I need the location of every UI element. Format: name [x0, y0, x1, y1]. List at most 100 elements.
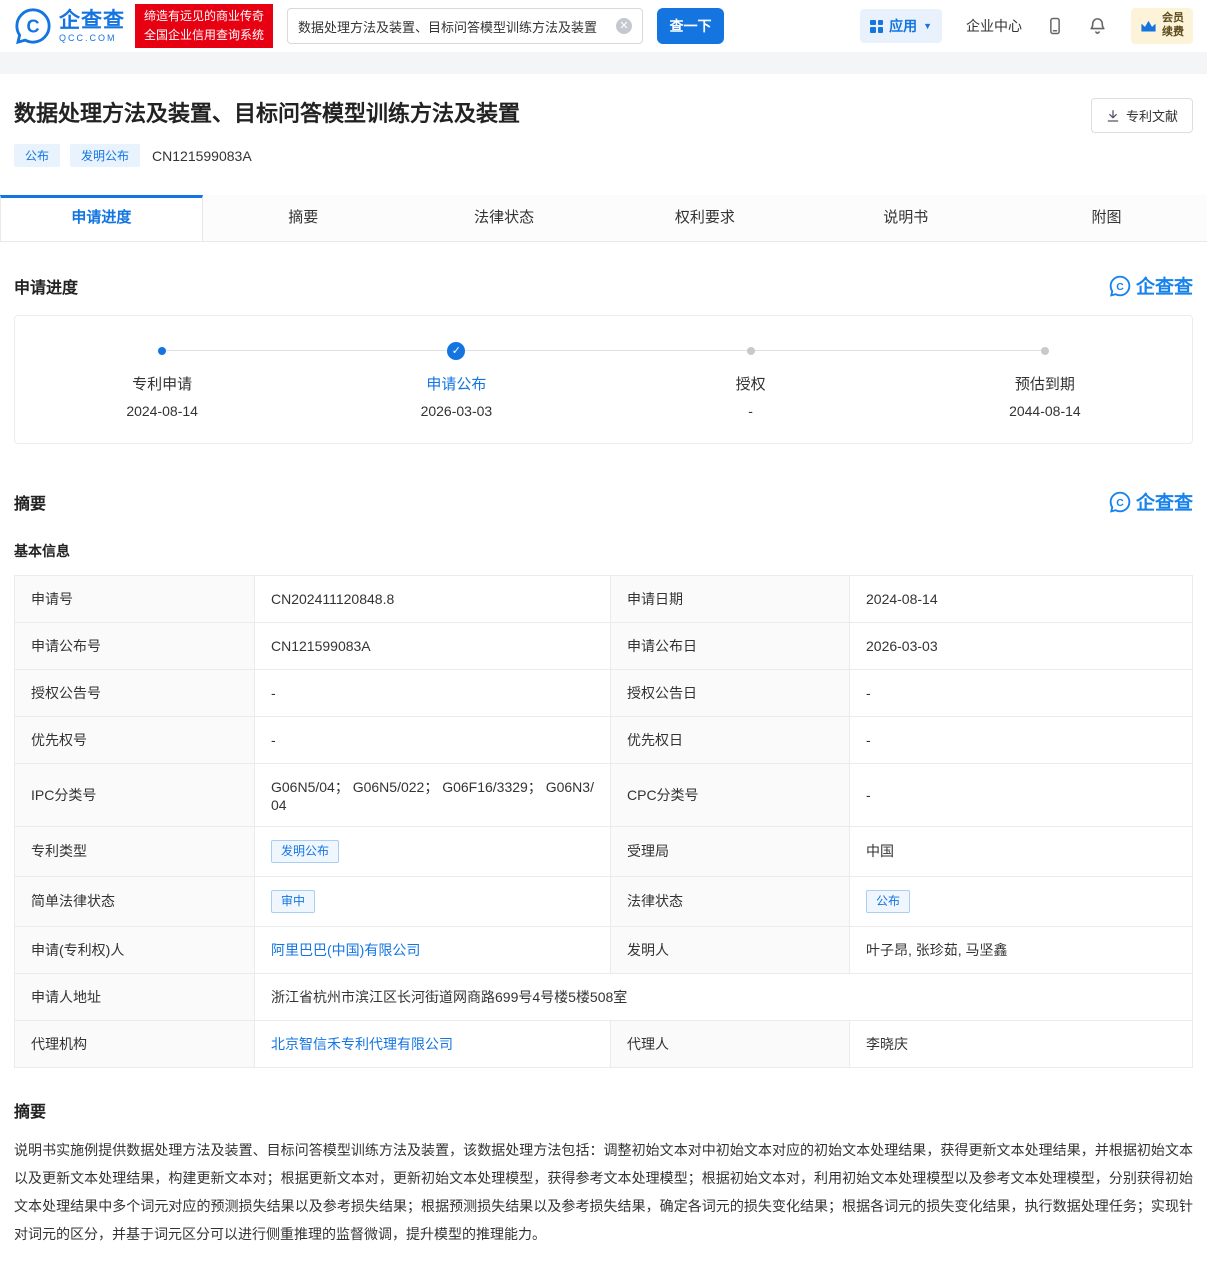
page-divider-band	[0, 52, 1207, 74]
search-box: ✕	[287, 8, 643, 44]
timeline-dot-pending	[1041, 347, 1049, 355]
bell-icon	[1088, 16, 1107, 36]
field-label: 优先权号	[15, 717, 255, 764]
field-value: 北京智信禾专利代理有限公司	[255, 1020, 611, 1067]
table-row: 申请人地址 浙江省杭州市滨江区长河街道网商路699号4号楼5楼508室	[15, 973, 1193, 1020]
field-value: -	[255, 717, 611, 764]
abstract-section: 摘要 C 企查查 基本信息 申请号 CN202411120848.8 申请日期 …	[0, 444, 1207, 1276]
field-value: CN121599083A	[255, 623, 611, 670]
field-value: 李晓庆	[850, 1020, 1193, 1067]
legal-status-badge: 公布	[866, 890, 910, 913]
field-label: 申请公布号	[15, 623, 255, 670]
page-title: 数据处理方法及装置、目标问答模型训练方法及装置	[14, 96, 1193, 128]
field-value: -	[850, 670, 1193, 717]
table-row: 申请(专利权)人 阿里巴巴(中国)有限公司 发明人 叶子昂, 张珍茹, 马坚鑫	[15, 926, 1193, 973]
field-value: 2024-08-14	[850, 576, 1193, 623]
field-value: -	[850, 717, 1193, 764]
patent-type-badge: 发明公布	[271, 840, 339, 863]
basic-info-title: 基本信息	[14, 541, 1193, 561]
apps-menu-button[interactable]: 应用 ▼	[860, 9, 942, 43]
member-renew-button[interactable]: 会员 续费	[1131, 8, 1193, 44]
abstract-text-title: 摘要	[14, 1098, 1193, 1122]
search-button[interactable]: 查一下	[657, 8, 724, 44]
field-value: 公布	[850, 876, 1193, 926]
clear-search-icon[interactable]: ✕	[616, 18, 632, 34]
field-label: 授权公告号	[15, 670, 255, 717]
table-row: 申请公布号 CN121599083A 申请公布日 2026-03-03	[15, 623, 1193, 670]
qcc-watermark-icon: C	[1109, 491, 1131, 513]
step-label: 专利申请	[15, 373, 309, 394]
slogan-line-1: 缔造有远见的商业传奇	[144, 7, 264, 26]
tab-bar: 申请进度 摘要 法律状态 权利要求 说明书 附图	[0, 195, 1207, 242]
apps-grid-icon	[870, 20, 883, 33]
section-title-progress: 申请进度	[14, 274, 78, 298]
svg-text:C: C	[26, 17, 39, 37]
svg-text:C: C	[1116, 281, 1124, 292]
timeline-step-filed: 专利申请 2024-08-14	[15, 342, 309, 419]
qcc-logo[interactable]: C 企查查 QCC.COM	[14, 7, 125, 45]
field-value: 浙江省杭州市滨江区长河街道网商路699号4号楼5楼508室	[255, 973, 1193, 1020]
qcc-watermark-text: 企查查	[1136, 488, 1193, 515]
logo-subtitle: QCC.COM	[59, 34, 125, 43]
field-label: 申请(专利权)人	[15, 926, 255, 973]
vip-crown-icon	[1140, 19, 1157, 34]
top-nav: 应用 ▼ 企业中心 会员 续费	[860, 8, 1193, 44]
field-label: 申请号	[15, 576, 255, 623]
field-value: -	[255, 670, 611, 717]
table-row: 优先权号 - 优先权日 -	[15, 717, 1193, 764]
status-badge-invention: 发明公布	[70, 144, 140, 167]
field-label: 受理局	[611, 827, 850, 877]
field-value: CN202411120848.8	[255, 576, 611, 623]
notifications-button[interactable]	[1088, 16, 1107, 36]
svg-text:C: C	[1116, 497, 1124, 508]
tab-abstract[interactable]: 摘要	[203, 195, 404, 241]
search-area: ✕ 查一下	[287, 8, 724, 44]
qcc-watermark: C 企查查	[1109, 272, 1193, 299]
field-label: 法律状态	[611, 876, 850, 926]
patent-document-button[interactable]: 专利文献	[1091, 98, 1193, 133]
qcc-watermark: C 企查查	[1109, 488, 1193, 515]
step-label: 申请公布	[309, 373, 603, 394]
step-label: 授权	[604, 373, 898, 394]
field-label: 申请人地址	[15, 973, 255, 1020]
member-label-line2: 续费	[1162, 26, 1184, 40]
application-progress-section: 申请进度 C 企查查 专利申请 2024-08-14 ✓ 申请公布 2026-0…	[0, 242, 1207, 444]
table-row: 代理机构 北京智信禾专利代理有限公司 代理人 李晓庆	[15, 1020, 1193, 1067]
brand-slogan: 缔造有远见的商业传奇 全国企业信用查询系统	[135, 4, 273, 47]
step-date: 2026-03-03	[309, 403, 603, 419]
section-title-abstract: 摘要	[14, 490, 46, 514]
qcc-watermark-text: 企查查	[1136, 272, 1193, 299]
field-value: G06N5/04； G06N5/022； G06F16/3329； G06N3/…	[255, 764, 611, 827]
table-row: IPC分类号 G06N5/04； G06N5/022； G06F16/3329；…	[15, 764, 1193, 827]
field-value: 2026-03-03	[850, 623, 1193, 670]
field-label: 代理机构	[15, 1020, 255, 1067]
download-icon	[1106, 109, 1120, 123]
chevron-down-icon: ▼	[923, 21, 932, 31]
tab-legal-status[interactable]: 法律状态	[404, 195, 605, 241]
step-label: 预估到期	[898, 373, 1192, 394]
search-input[interactable]	[298, 19, 616, 34]
top-bar: C 企查查 QCC.COM 缔造有远见的商业传奇 全国企业信用查询系统 ✕ 查一…	[0, 0, 1207, 52]
slogan-line-2: 全国企业信用查询系统	[144, 26, 264, 45]
field-label: 发明人	[611, 926, 850, 973]
table-row: 授权公告号 - 授权公告日 -	[15, 670, 1193, 717]
applicant-link[interactable]: 阿里巴巴(中国)有限公司	[271, 942, 420, 958]
step-date: 2024-08-14	[15, 403, 309, 419]
timeline-step-expiry: 预估到期 2044-08-14	[898, 342, 1192, 419]
field-label: 专利类型	[15, 827, 255, 877]
field-value: 阿里巴巴(中国)有限公司	[255, 926, 611, 973]
tab-application-progress[interactable]: 申请进度	[0, 195, 203, 241]
mobile-app-button[interactable]	[1046, 16, 1064, 36]
field-label: CPC分类号	[611, 764, 850, 827]
enterprise-center-link[interactable]: 企业中心	[966, 16, 1022, 36]
patent-document-label: 专利文献	[1126, 106, 1178, 125]
agency-link[interactable]: 北京智信禾专利代理有限公司	[271, 1036, 453, 1052]
qcc-watermark-icon: C	[1109, 275, 1131, 297]
tab-figures[interactable]: 附图	[1006, 195, 1207, 241]
tab-specification[interactable]: 说明书	[805, 195, 1006, 241]
field-label: 优先权日	[611, 717, 850, 764]
field-value: 审中	[255, 876, 611, 926]
tab-claims[interactable]: 权利要求	[604, 195, 805, 241]
field-value: 发明公布	[255, 827, 611, 877]
field-label: 代理人	[611, 1020, 850, 1067]
